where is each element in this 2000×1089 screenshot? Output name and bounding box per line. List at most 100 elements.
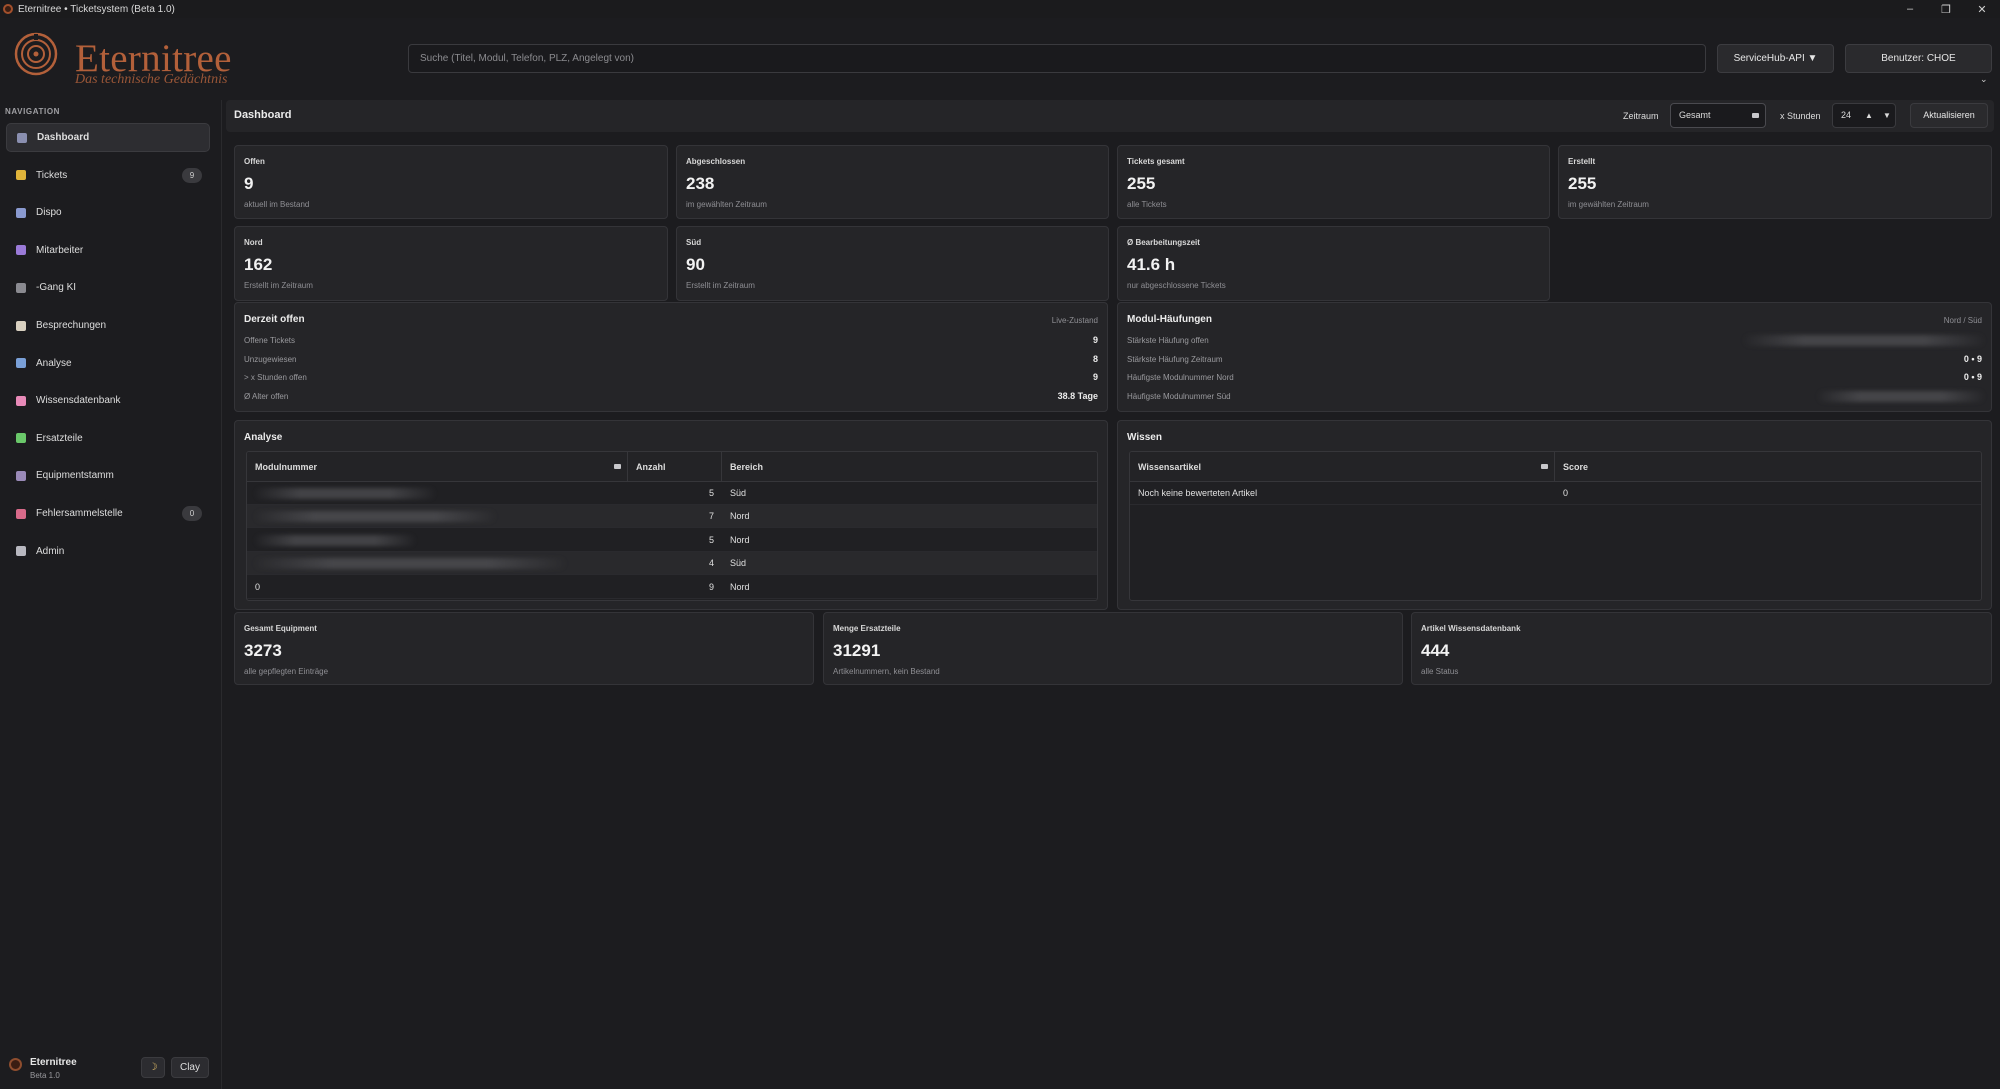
sidebar-item-equipmentstamm[interactable]: Equipmentstamm [6,461,210,490]
puzzle-icon [16,433,26,444]
analyse-card: Analyse Modulnummer Anzahl Bereich 5 Süd 7… [234,420,1108,610]
column-menu-icon[interactable] [614,464,621,469]
zeitraum-select[interactable]: Gesamt [1670,103,1766,128]
stat-value: 9 [1092,335,1098,345]
stat-value: 9 [1092,372,1098,383]
user-button[interactable]: Benutzer: CHOE [1845,44,1992,73]
bereich-cell: Süd [730,558,747,569]
select-icon [1752,113,1759,118]
sidebar: NAVIGATION Dashboard Tickets 9 Dispo Mitarbe… [0,100,222,1089]
factory-icon [16,470,26,481]
anzahl-cell: 5 [708,534,714,545]
sidebar-item-label: Fehlersammelstelle [36,508,123,519]
servicehub-api-button[interactable]: ServiceHub-API ▼ [1717,44,1834,73]
xstunden-label: x Stunden [1780,111,1821,121]
stat-label: > x Stunden offen [244,373,307,383]
summary-kpi-card: Artikel Wissensdatenbank 444 alle Status [1411,612,1992,685]
table-header: Wissensartikel Score [1130,452,1981,482]
user-icon [16,245,26,256]
dashboard-icon [17,132,27,143]
logo-subtitle: Das technische Gedächtnis [75,72,228,87]
stepper-down-icon[interactable]: ▼ [1883,104,1891,127]
dashboard-toolbar: Dashboard Zeitraum Gesamt x Stunden 24 ▲… [226,100,1994,132]
stat-value: 0 • 9 [1963,353,1982,364]
column-menu-icon[interactable] [1541,464,1548,469]
sidebar-item-gang-ki[interactable]: -Gang KI [6,273,210,302]
stat-value: 0 • 9 [1963,372,1982,383]
kpi-value: 90 [686,255,705,274]
xstunden-stepper[interactable]: 24 ▲ ▼ [1832,103,1896,128]
eternitree-logo-icon [14,32,58,76]
kpi-subtitle: aktuell im Bestand [244,200,310,209]
theme-toggle-moon-icon[interactable]: ☽ [141,1057,165,1078]
table-row[interactable]: 7 Nord [247,505,1097,529]
ticket-icon [16,170,26,181]
chart-icon [16,358,26,369]
theme-clay-button[interactable]: Clay [171,1057,209,1078]
sidebar-item-fehlersammelstelle[interactable]: Fehlersammelstelle 0 [6,499,210,528]
col-modulnummer[interactable]: Modulnummer [247,452,628,482]
sidebar-item-tickets[interactable]: Tickets 9 [6,161,210,190]
col-bereich[interactable]: Bereich [722,452,1097,482]
stat-value: 8 [1092,353,1098,364]
modulnummer-cell: 0 [255,581,261,592]
footer-version: Beta 1.0 [30,1071,60,1080]
refresh-button[interactable]: Aktualisieren [1910,103,1988,128]
derzeit-offen-card: Derzeit offen Live-Zustand Offene Ticket… [234,302,1108,412]
kpi-value: 41.6 h [1127,255,1176,274]
analyse-table: Modulnummer Anzahl Bereich 5 Süd 7 Nord 5 Nor… [246,451,1098,601]
kpi-value: 444 [1421,641,1450,660]
sidebar-item-dispo[interactable]: Dispo [6,198,210,227]
kpi-label: Menge Ersatzteile [833,624,901,633]
table-row[interactable]: 5 Süd [247,482,1097,505]
sidebar-item-mitarbeiter[interactable]: Mitarbeiter [6,236,210,265]
sidebar-item-label: Admin [36,545,65,557]
search-input[interactable]: Suche (Titel, Modul, Telefon, PLZ, Angel… [408,44,1706,73]
stat-row: Unzugewiesen 8 [244,354,1098,368]
stepper-up-icon[interactable]: ▲ [1865,104,1873,127]
page-title: Dashboard [234,109,292,121]
kpi-subtitle: alle Tickets [1127,200,1167,209]
sidebar-item-label: Dashboard [37,132,90,143]
table-header: Modulnummer Anzahl Bereich [247,452,1097,482]
sidebar-item-admin[interactable]: Admin [6,537,210,566]
sidebar-item-wissensdatenbank[interactable]: Wissensdatenbank [6,386,210,415]
kpi-value: 162 [244,255,273,274]
window-titlebar: Eternitree • Ticketsystem (Beta 1.0) – ❐… [0,0,2000,18]
sidebar-item-dashboard[interactable]: Dashboard [6,123,210,152]
nord-sued-tag: Nord / Süd [1943,316,1982,325]
live-zustand-tag: Live-Zustand [1051,316,1098,325]
app-logo-icon [3,4,13,14]
kpi-card: Süd 90 Erstellt im Zeitraum [676,226,1109,301]
redacted-value [255,534,415,546]
sidebar-item-besprechungen[interactable]: Besprechungen [6,311,210,340]
summary-kpi-card: Gesamt Equipment 3273 alle gepflegten Eint… [234,612,814,685]
kpi-subtitle: nur abgeschlossene Tickets [1127,281,1226,290]
stat-label: Häufigste Modulnummer Nord [1127,373,1234,383]
window-title: Eternitree • Ticketsystem (Beta 1.0) [18,3,175,15]
maximize-icon[interactable]: ❐ [1928,0,1964,18]
table-row[interactable]: 5 Nord [247,529,1097,552]
minimize-icon[interactable]: – [1892,0,1928,18]
table-row[interactable]: 0 9 Nord [247,576,1097,599]
kpi-card: Ø Bearbeitungszeit 41.6 h nur abgeschlosse… [1117,226,1550,301]
analyse-title: Analyse [244,432,283,443]
sidebar-item-analyse[interactable]: Analyse [6,349,210,378]
table-row[interactable]: Noch keine bewerteten Artikel 0 [1130,482,1981,505]
col-score[interactable]: Score [1555,452,1981,482]
kpi-label: Ø Bearbeitungszeit [1127,238,1200,247]
kpi-subtitle: alle gepflegten Einträge [244,667,329,676]
summary-kpi-card: Menge Ersatzteile 31291 Artikelnummern, ke… [823,612,1403,685]
redacted-value [255,488,435,499]
redacted-value [1818,391,1984,402]
col-anzahl[interactable]: Anzahl [628,452,722,482]
close-icon[interactable]: ✕ [1964,0,2000,18]
bereich-cell: Nord [730,511,750,522]
sidebar-item-label: Equipmentstamm [36,470,114,482]
wissen-table: Wissensartikel Score Noch keine bewertet… [1129,451,1982,601]
sidebar-item-ersatzteile[interactable]: Ersatzteile [6,424,210,453]
table-row[interactable]: 4 Süd [247,552,1097,576]
chevron-down-icon[interactable]: ⌄ [1980,74,1988,85]
kpi-subtitle: Erstellt im Zeitraum [244,281,313,290]
col-wissensartikel[interactable]: Wissensartikel [1130,452,1555,482]
